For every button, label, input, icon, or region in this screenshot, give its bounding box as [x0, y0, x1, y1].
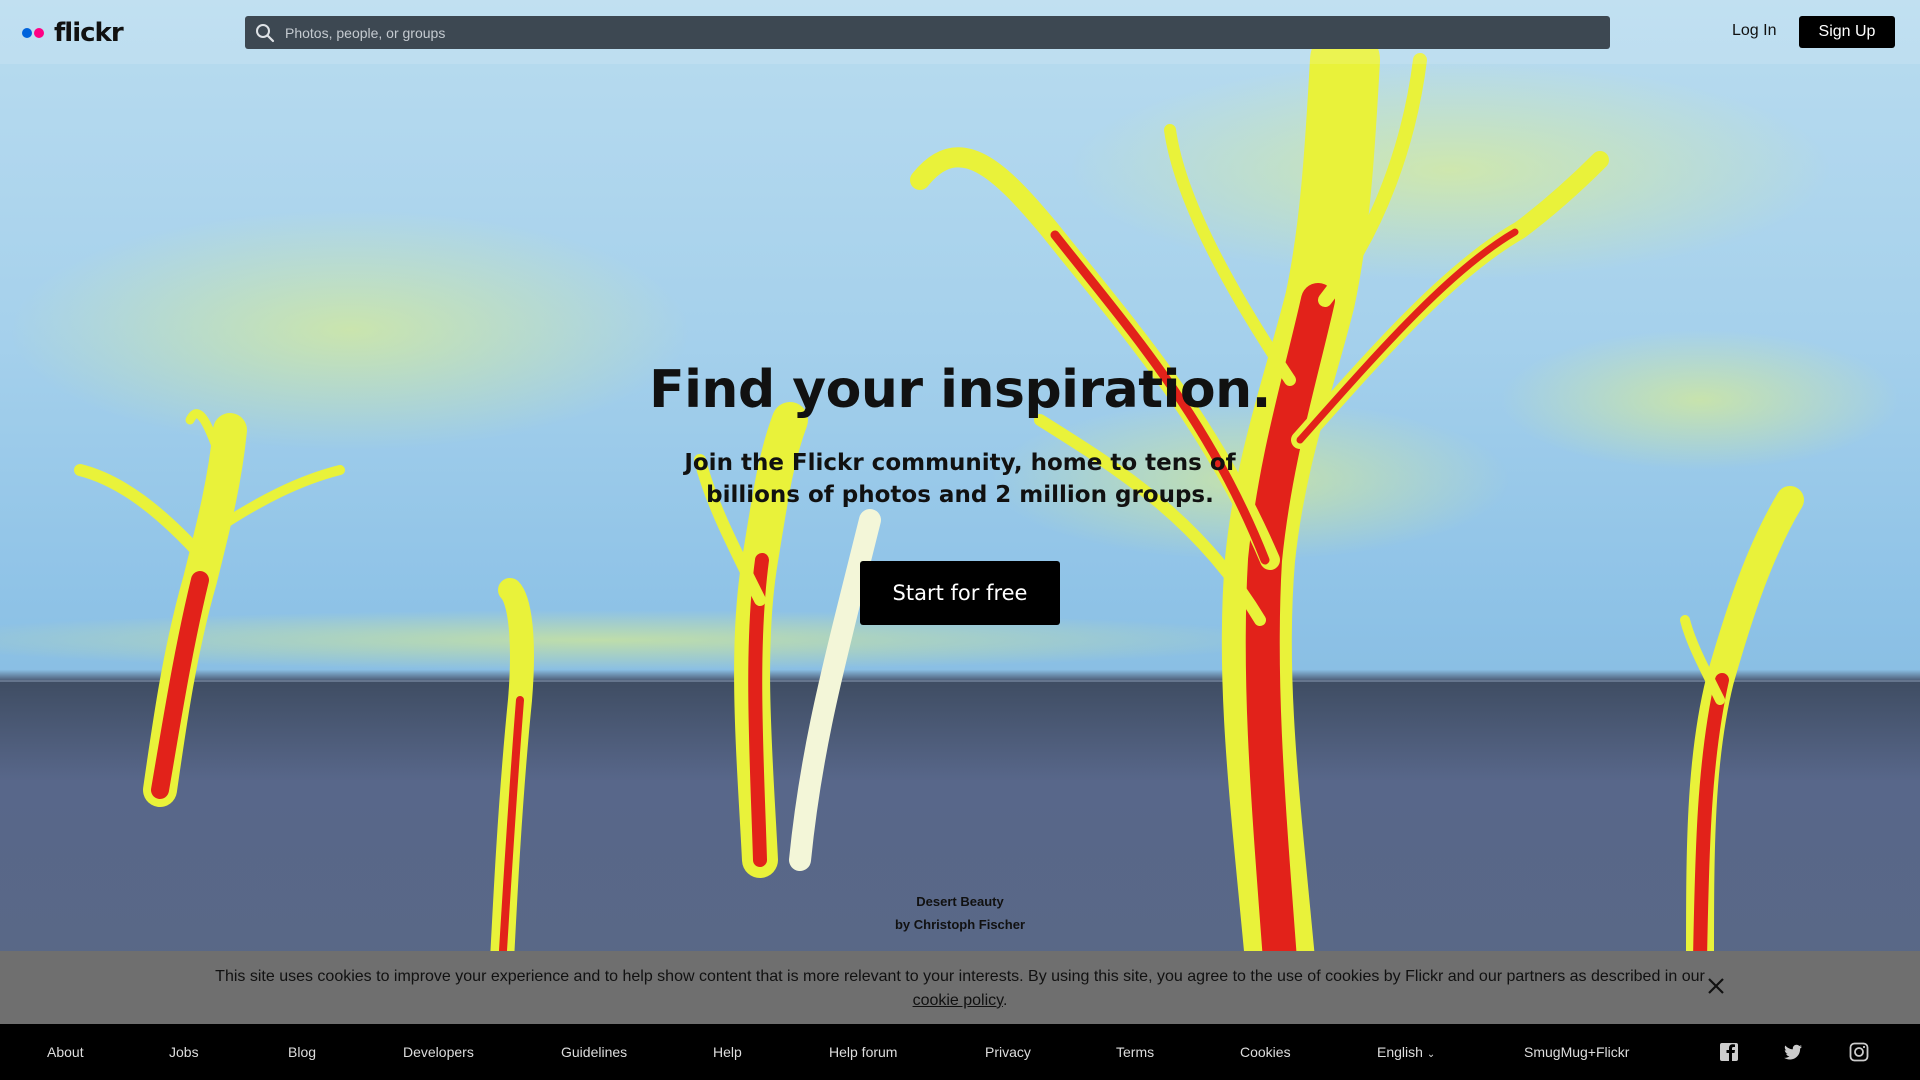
footer-link-privacy[interactable]: Privacy — [985, 1044, 1031, 1060]
start-for-free-button[interactable]: Start for free — [860, 561, 1060, 625]
search-input[interactable] — [285, 24, 1585, 41]
cookie-suffix: . — [1002, 992, 1008, 1009]
footer-link-help[interactable]: Help — [713, 1044, 742, 1060]
close-icon[interactable] — [1706, 976, 1726, 996]
hero-headline: Find your inspiration. — [649, 360, 1271, 420]
footer-link-about[interactable]: About — [47, 1044, 84, 1060]
logo-dot-blue-icon — [22, 28, 32, 38]
language-label: English — [1377, 1044, 1423, 1060]
footer: About Jobs Blog Developers Guidelines He… — [0, 1024, 1920, 1080]
footer-link-help-forum[interactable]: Help forum — [829, 1044, 897, 1060]
search-icon — [256, 23, 275, 42]
login-link[interactable]: Log In — [1732, 22, 1776, 40]
signup-button[interactable]: Sign Up — [1799, 16, 1895, 48]
instagram-icon[interactable] — [1849, 1042, 1869, 1062]
cookie-banner: This site uses cookies to improve your e… — [0, 951, 1920, 1024]
logo-text: flickr — [54, 18, 124, 48]
photo-credit[interactable]: by Christoph Fischer — [0, 917, 1920, 932]
footer-link-blog[interactable]: Blog — [288, 1044, 316, 1060]
footer-link-guidelines[interactable]: Guidelines — [561, 1044, 627, 1060]
footer-language-select[interactable]: English ⌄ — [1377, 1044, 1435, 1060]
cookie-text: This site uses cookies to improve your e… — [215, 968, 1705, 985]
cookie-policy-link[interactable]: cookie policy — [913, 992, 1003, 1009]
footer-link-cookies[interactable]: Cookies — [1240, 1044, 1291, 1060]
flickr-logo[interactable]: flickr — [22, 18, 124, 48]
chevron-down-icon: ⌄ — [1426, 1049, 1436, 1060]
top-header: flickr Log In Sign Up — [0, 0, 1920, 64]
facebook-icon[interactable] — [1719, 1042, 1739, 1062]
footer-link-jobs[interactable]: Jobs — [169, 1044, 199, 1060]
photo-title[interactable]: Desert Beauty — [0, 894, 1920, 909]
footer-link-developers[interactable]: Developers — [403, 1044, 474, 1060]
cookie-message: This site uses cookies to improve your e… — [200, 965, 1720, 1013]
logo-dot-pink-icon — [34, 28, 44, 38]
search-bar[interactable] — [245, 16, 1610, 49]
footer-link-smugmug[interactable]: SmugMug+Flickr — [1524, 1044, 1629, 1060]
footer-link-terms[interactable]: Terms — [1116, 1044, 1154, 1060]
hero-subline: Join the Flickr community, home to tens … — [684, 450, 1236, 508]
twitter-icon[interactable] — [1783, 1042, 1803, 1062]
